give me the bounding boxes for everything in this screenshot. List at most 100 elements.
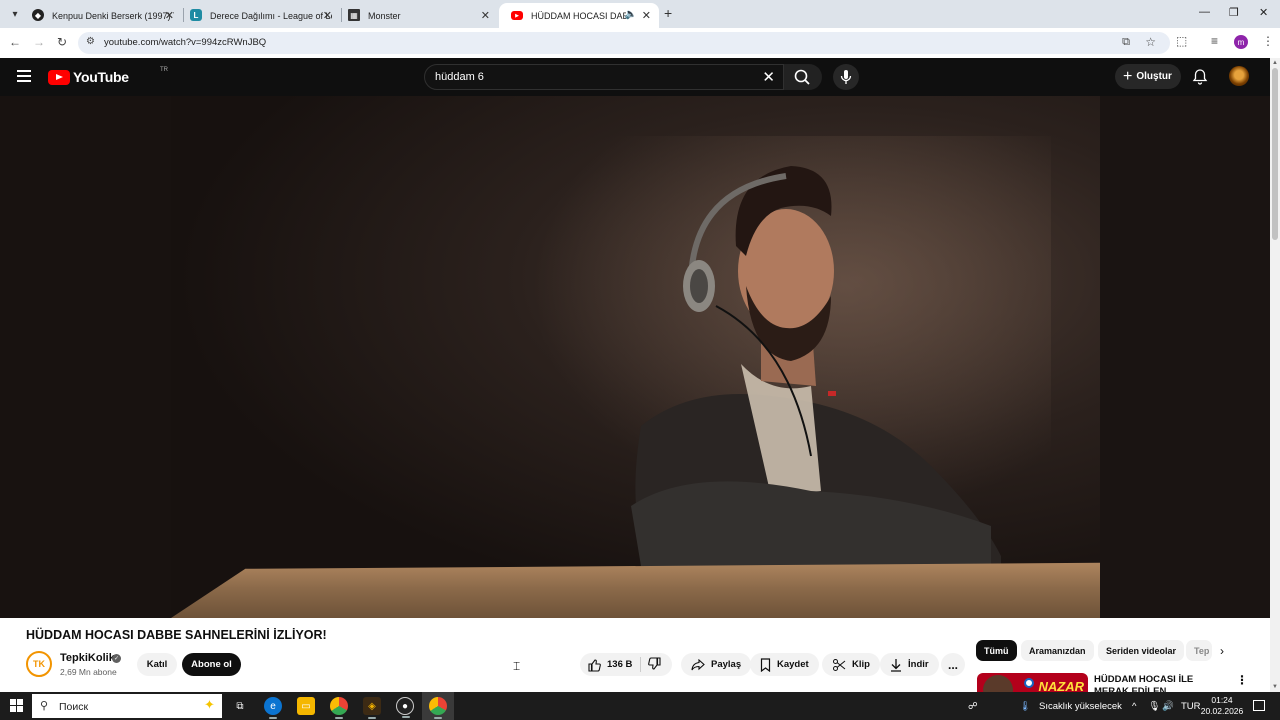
video-title: HÜDDAM HOCASI DABBE SAHNELERİNİ İZLİYOR! <box>26 628 327 642</box>
logo-text: YouTube <box>73 69 129 85</box>
tab-groups-icon[interactable]: ≡ <box>1211 34 1218 48</box>
like-button[interactable]: 136 B <box>580 653 632 676</box>
tray-overflow-chevron-icon[interactable]: ^ <box>1132 701 1136 712</box>
video-frame[interactable] <box>171 96 1100 618</box>
site-info-icon[interactable]: ⚙ <box>86 36 95 47</box>
tab-league-of-graphs[interactable]: L Derece Dağılımı - League of Le ✕ <box>178 3 340 28</box>
subscribe-button[interactable]: Abone ol <box>182 653 241 676</box>
install-app-icon[interactable]: ⧉ <box>1122 36 1130 49</box>
people-tray-icon[interactable]: ☍ <box>968 701 978 712</box>
bookmark-star-icon[interactable]: ☆ <box>1145 35 1156 49</box>
close-tab-icon[interactable]: ✕ <box>165 9 174 22</box>
browser-menu-icon[interactable]: ⋮ <box>1262 34 1274 48</box>
scroll-up-icon[interactable]: ▲ <box>1272 60 1278 66</box>
player-letterbox-left <box>0 96 171 618</box>
taskbar-clock[interactable]: 01:24 20.02.2026 <box>1200 695 1244 717</box>
close-tab-icon[interactable]: ✕ <box>481 9 490 22</box>
windows-start-icon[interactable] <box>10 699 23 712</box>
input-language[interactable]: TUR <box>1181 701 1201 712</box>
mouse-cursor-icon: ⌶ <box>513 659 521 673</box>
taskbar-search-placeholder: Поиск <box>59 701 89 713</box>
download-button[interactable]: İndir <box>880 653 939 676</box>
download-icon <box>891 658 901 672</box>
chrome-profile-icon[interactable] <box>429 697 447 719</box>
new-tab-icon[interactable]: + <box>664 5 672 21</box>
notification-center-icon[interactable] <box>1253 700 1265 711</box>
taskbar-search-box[interactable]: ⚲ Поиск ✦ <box>32 694 222 718</box>
tab-title: Monster <box>368 10 401 21</box>
tab-title: Kenpuu Denki Berserk (1997) T <box>52 10 174 21</box>
tab-monster[interactable]: ▦ Monster ✕ <box>336 3 498 28</box>
more-actions-button[interactable]: ... <box>941 653 965 676</box>
youtube-play-icon <box>48 69 70 85</box>
thermometer-icon[interactable]: 🌡 <box>1019 701 1031 712</box>
share-arrow-icon <box>691 658 705 670</box>
menu-icon[interactable] <box>17 70 31 82</box>
close-tab-icon[interactable]: ✕ <box>642 9 651 22</box>
clip-label: Klip <box>852 659 870 670</box>
channel-name[interactable]: TepkiKolik <box>60 652 115 664</box>
chip-tepkikolik[interactable]: Tep <box>1186 640 1212 661</box>
country-code: TR <box>160 67 168 73</box>
obs-icon[interactable]: ● <box>396 697 414 718</box>
microphone-tray-icon[interactable]: 🎙 <box>1148 701 1160 712</box>
subscriber-count: 2,69 Mn abone <box>60 667 117 677</box>
create-button[interactable]: + Oluştur <box>1115 64 1181 89</box>
save-label: Kaydet <box>777 659 809 670</box>
search-input[interactable]: hüddam 6 ✕ <box>424 64 784 90</box>
task-view-icon[interactable]: ⧉ <box>231 697 249 715</box>
url-text[interactable]: youtube.com/watch?v=994zcRWnJBQ <box>104 37 266 48</box>
join-button[interactable]: Katıl <box>137 653 177 676</box>
page-scrollbar[interactable]: ▲ ▼ <box>1270 58 1280 692</box>
like-dislike-bar: 136 B <box>580 653 672 676</box>
chip-from-series[interactable]: Seriden videolar <box>1098 640 1185 661</box>
search-button[interactable] <box>784 64 822 90</box>
voice-search-button[interactable] <box>833 64 859 90</box>
close-window-icon[interactable]: ✕ <box>1259 6 1268 19</box>
share-button[interactable]: Paylaş <box>681 653 752 676</box>
file-explorer-icon[interactable]: ▭ <box>297 697 315 715</box>
channel-avatar-initials: TK <box>33 659 45 669</box>
recommended-video-title[interactable]: HÜDDAM HOCASI İLE MERAK EDİLEN KONULARDA… <box>1094 674 1224 694</box>
chrome-icon[interactable] <box>330 697 348 719</box>
dislike-button[interactable] <box>648 657 662 674</box>
restore-icon[interactable]: ❐ <box>1229 6 1239 19</box>
tab-berserk[interactable]: ◆ Kenpuu Denki Berserk (1997) T ✕ <box>20 3 182 28</box>
minimize-icon[interactable]: — <box>1199 6 1210 18</box>
account-avatar[interactable] <box>1229 66 1249 86</box>
save-button[interactable]: Kaydet <box>750 653 819 676</box>
audio-playing-icon[interactable]: 🔈 <box>625 9 637 20</box>
share-label: Paylaş <box>711 659 742 670</box>
back-icon[interactable]: ← <box>9 35 21 49</box>
clip-button[interactable]: Klip <box>822 653 880 676</box>
video-player[interactable] <box>0 96 1270 618</box>
league-client-icon[interactable]: ◈ <box>363 697 381 719</box>
clear-search-icon[interactable]: ✕ <box>762 68 775 86</box>
forward-icon[interactable]: → <box>33 35 45 49</box>
address-bar[interactable]: ⚙ youtube.com/watch?v=994zcRWnJBQ ⧉ ☆ <box>78 32 1170 54</box>
channel-avatar[interactable]: TK <box>26 651 52 677</box>
like-divider <box>640 657 641 672</box>
notifications-bell-icon[interactable] <box>1192 68 1208 90</box>
search-query[interactable]: hüddam 6 <box>435 71 484 83</box>
clock-time: 01:24 <box>1211 695 1233 705</box>
extensions-icon[interactable]: ⬚ <box>1176 34 1187 48</box>
reload-icon[interactable]: ↻ <box>57 35 67 49</box>
edge-browser-icon[interactable]: e <box>264 697 282 719</box>
scroll-down-icon[interactable]: ▼ <box>1272 684 1278 690</box>
tab-youtube-active[interactable]: ▶ HÜDDAM HOCASI DABBE S 🔈 ✕ <box>499 3 659 28</box>
thumbs-up-icon <box>588 658 601 672</box>
verified-check-icon: ✓ <box>112 654 121 663</box>
scrollbar-thumb[interactable] <box>1272 68 1278 240</box>
weather-text[interactable]: Sıcaklık yükselecek <box>1039 701 1122 712</box>
close-tab-icon[interactable]: ✕ <box>323 9 332 22</box>
chip-from-search[interactable]: Aramanızdan <box>1021 640 1094 661</box>
recommended-more-icon[interactable]: ⋮ <box>1236 673 1248 687</box>
profile-avatar[interactable]: m <box>1234 35 1248 49</box>
chevron-right-icon[interactable]: › <box>1220 644 1224 658</box>
youtube-logo[interactable]: YouTube TR <box>48 67 168 86</box>
volume-icon[interactable]: 🔊 <box>1162 701 1174 712</box>
chip-all[interactable]: Tümü <box>976 640 1017 661</box>
profile-initial: m <box>1237 37 1245 47</box>
search-icon: ⚲ <box>40 700 49 712</box>
